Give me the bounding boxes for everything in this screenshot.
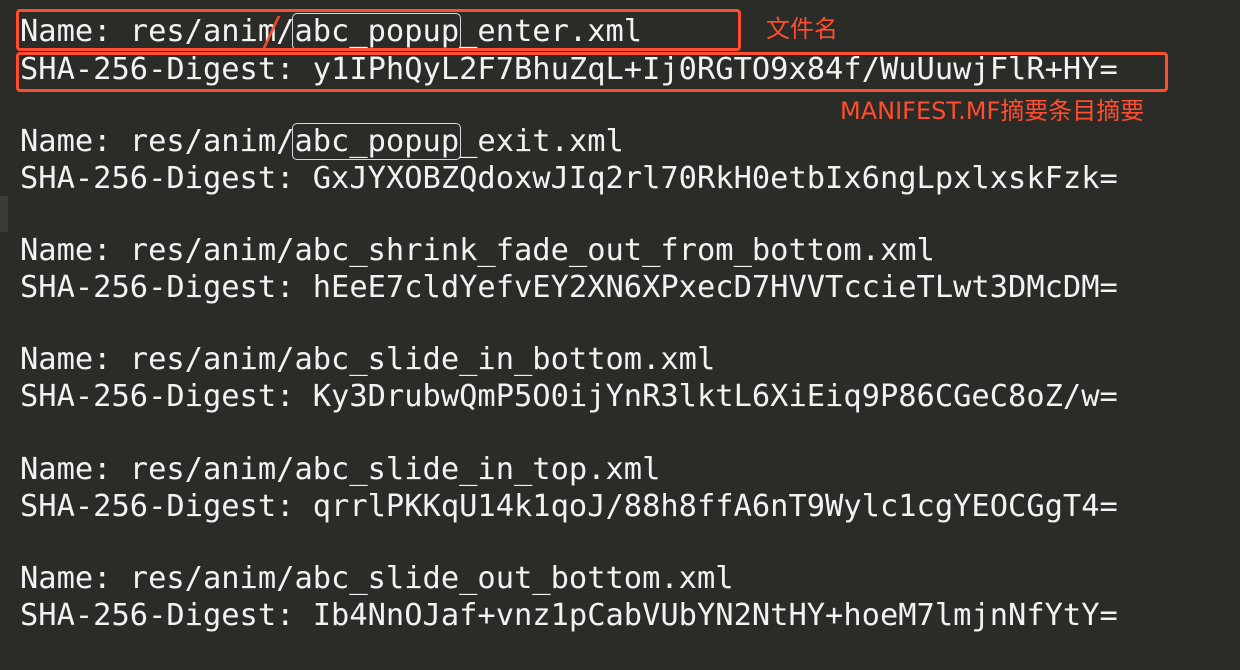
name-suffix: abc_slide_in_top.xml (294, 452, 661, 487)
digest-value: hEeE7cldYefvEY2XN6XPxecD7HVVTccieTLwt3DM… (312, 270, 1118, 305)
name-prefix: res/anim/ (129, 452, 295, 487)
search-highlight: abc_popup (292, 123, 462, 160)
digest-label: SHA-256-Digest: (20, 161, 295, 196)
name-line[interactable]: Name: res/anim/abc_slide_in_top.xml (20, 452, 660, 488)
manifest-text-view: Name: res/anim/abc_popup_enter.xml SHA-2… (0, 0, 1240, 670)
name-prefix: res/anim/ (129, 124, 295, 159)
digest-line[interactable]: SHA-256-Digest: GxJYXOBZQdoxwJIq2rl70RkH… (20, 161, 1118, 197)
digest-line[interactable]: SHA-256-Digest: hEeE7cldYefvEY2XN6XPxecD… (20, 270, 1118, 306)
name-label: Name: (20, 561, 112, 596)
name-prefix: res/anim/ (129, 233, 295, 268)
digest-line[interactable]: SHA-256-Digest: Ib4NnOJaf+vnz1pCabVUbYN2… (20, 598, 1118, 634)
name-line[interactable]: Name: res/anim/abc_slide_out_bottom.xml (20, 561, 734, 597)
digest-line[interactable]: SHA-256-Digest: Ky3DrubwQmP5O0ijYnR3lktL… (20, 379, 1118, 415)
file-name-annotation-box (16, 9, 741, 51)
digest-label: SHA-256-Digest: (20, 489, 295, 524)
file-name-annotation-label: 文件名 (766, 15, 838, 43)
digest-annotation-label: MANIFEST.MF摘要条目摘要 (840, 97, 1145, 125)
digest-value: Ib4NnOJaf+vnz1pCabVUbYN2NtHY+hoeM7lmjnNf… (312, 598, 1118, 633)
name-label: Name: (20, 342, 112, 377)
gutter-marker (0, 196, 8, 232)
digest-value: GxJYXOBZQdoxwJIq2rl70RkH0etbIx6ngLpxlxsk… (312, 161, 1118, 196)
digest-label: SHA-256-Digest: (20, 379, 295, 414)
name-label: Name: (20, 452, 112, 487)
name-line[interactable]: Name: res/anim/abc_slide_in_bottom.xml (20, 342, 715, 378)
name-label: Name: (20, 233, 112, 268)
digest-label: SHA-256-Digest: (20, 598, 295, 633)
digest-value: Ky3DrubwQmP5O0ijYnR3lktL6XiEiq9P86CGeC8o… (312, 379, 1118, 414)
name-suffix: abc_slide_out_bottom.xml (294, 561, 734, 596)
name-suffix: _exit.xml (459, 124, 624, 159)
name-suffix: abc_shrink_fade_out_from_bottom.xml (294, 233, 935, 268)
digest-value: qrrlPKKqU14k1qoJ/88h8ffA6nT9Wylc1cgYEOCG… (312, 489, 1118, 524)
name-prefix: res/anim/ (129, 561, 295, 596)
digest-line[interactable]: SHA-256-Digest: qrrlPKKqU14k1qoJ/88h8ffA… (20, 489, 1118, 525)
name-line[interactable]: Name: res/anim/abc_shrink_fade_out_from_… (20, 233, 935, 269)
digest-label: SHA-256-Digest: (20, 270, 295, 305)
name-line[interactable]: Name: res/anim/abc_popup_exit.xml (20, 123, 624, 160)
name-prefix: res/anim/ (129, 342, 295, 377)
name-suffix: abc_slide_in_bottom.xml (294, 342, 716, 377)
name-label: Name: (20, 124, 112, 159)
digest-annotation-box (16, 52, 1168, 92)
